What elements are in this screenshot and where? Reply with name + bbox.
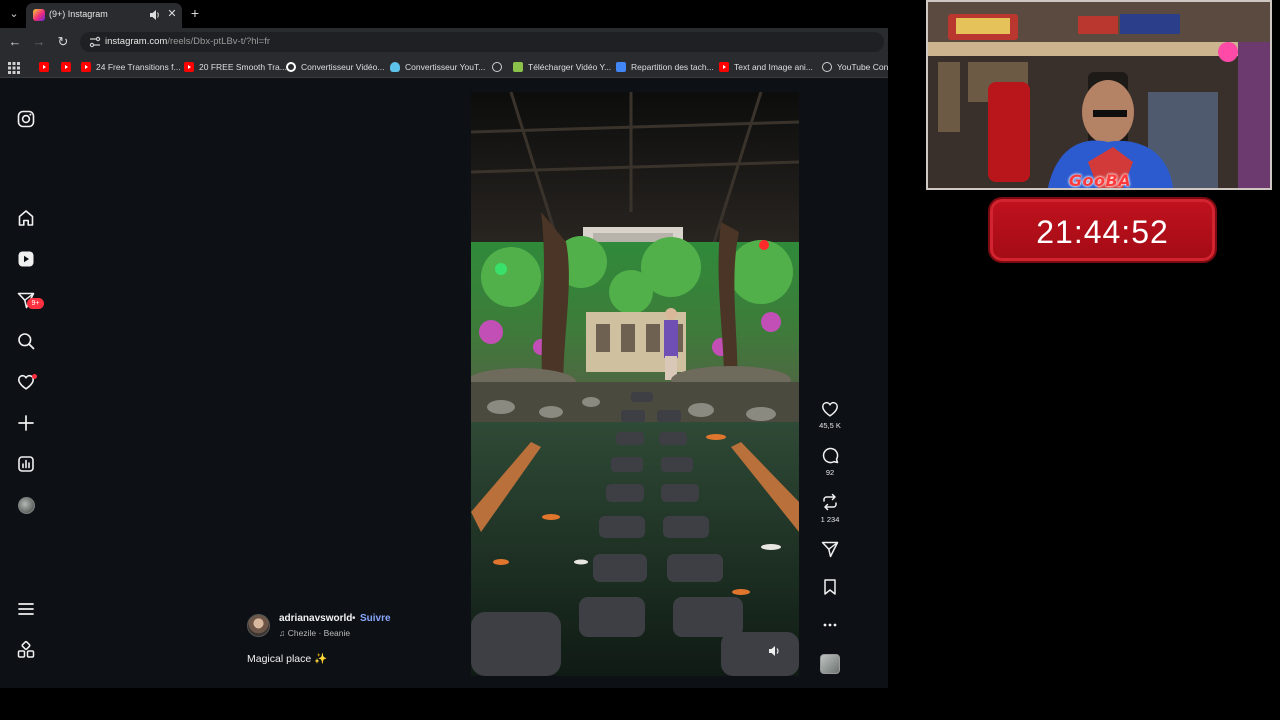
more-menu-icon[interactable]: [16, 599, 36, 619]
bookmark-item[interactable]: Convertisseur Vidéo...: [286, 59, 384, 75]
bookmark-item[interactable]: Text and Image ani...: [719, 59, 813, 75]
likes-count: 45,5 K: [819, 421, 841, 430]
create-plus-icon[interactable]: [16, 413, 36, 433]
bookmark-label: 20 FREE Smooth Tra...: [199, 62, 287, 72]
youtube-icon: [184, 62, 194, 72]
also-from-meta-icon[interactable]: [16, 640, 36, 660]
url-text: instagram.com/reels/Dbx-ptLBv-t/?hl=fr: [105, 36, 270, 47]
cloud-icon: [390, 62, 400, 72]
profile-avatar[interactable]: [18, 497, 35, 514]
audio-track[interactable]: ♫ Chezile · Beanie: [279, 628, 350, 638]
repost-icon[interactable]: [820, 492, 840, 512]
reposts-count: 1 234: [820, 515, 840, 524]
youtube-icon: [39, 62, 49, 72]
webcam-image: [928, 2, 1270, 188]
bookmark-item[interactable]: Repartition des tach...: [616, 59, 714, 75]
like-heart-icon[interactable]: [820, 399, 840, 419]
close-tab-icon[interactable]: ✕: [166, 7, 178, 21]
youtube-icon: [61, 62, 71, 72]
music-note-icon: ♫: [279, 628, 288, 638]
address-bar[interactable]: instagram.com/reels/Dbx-ptLBv-t/?hl=fr: [80, 32, 884, 52]
screen: ⌄ (9+) Instagram ✕ + ← → ↻ instagram.com…: [0, 0, 1280, 720]
forward-button[interactable]: →: [31, 34, 47, 50]
instagram-favicon-icon: [33, 9, 45, 21]
site-settings-icon[interactable]: [88, 35, 102, 49]
tab-search-chevron-icon[interactable]: ⌄: [6, 6, 22, 22]
author-avatar[interactable]: [247, 614, 270, 637]
google-icon: [286, 62, 296, 72]
bookmark-item[interactable]: [61, 59, 76, 75]
bookmark-item[interactable]: Convertisseur YouT...: [390, 59, 485, 75]
instagram-sidebar: 9+: [0, 79, 52, 688]
speaker-icon[interactable]: [149, 8, 161, 22]
more-options-icon[interactable]: [820, 615, 840, 635]
apps-grid-icon[interactable]: [8, 61, 20, 74]
bookmark-label: Text and Image ani...: [734, 62, 813, 72]
comments-count: 92: [825, 468, 835, 477]
bookmark-item[interactable]: 24 Free Transitions f...: [81, 59, 181, 75]
author-username[interactable]: adrianavsworld: [279, 613, 352, 624]
audio-track-label: Chezile · Beanie: [287, 628, 351, 638]
share-send-icon[interactable]: [820, 539, 840, 559]
new-tab-button[interactable]: +: [188, 5, 202, 21]
tab-instagram[interactable]: (9+) Instagram ✕: [26, 3, 182, 28]
bookmark-label: Convertisseur Vidéo...: [301, 62, 385, 72]
bookmark-item[interactable]: [492, 59, 507, 75]
webcam-name-label: GooBA: [1068, 171, 1132, 190]
save-bookmark-icon[interactable]: [820, 577, 840, 597]
messages-badge: 9+: [27, 298, 44, 309]
tab-strip: ⌄ (9+) Instagram ✕ +: [0, 0, 888, 28]
bookmark-label: Télécharger Vidéo Y...: [528, 62, 612, 72]
webcam-feed: [926, 0, 1272, 190]
download-icon: [513, 62, 523, 72]
stream-clock: 21:44:52: [988, 197, 1217, 263]
notification-dot: [32, 374, 37, 379]
youtube-icon: [81, 62, 91, 72]
speaker-icon[interactable]: [767, 643, 783, 659]
follow-button[interactable]: Suivre: [360, 613, 391, 624]
instagram-page: 9+ adrianavsworld • Suivre ♫ Chezile · B…: [0, 79, 888, 688]
tab-title: (9+) Instagram: [49, 9, 108, 19]
separator-dot: •: [352, 613, 356, 624]
reload-button[interactable]: ↻: [55, 34, 71, 50]
bookmark-item[interactable]: [39, 59, 54, 75]
globe-icon: [492, 62, 502, 72]
bookmark-label: Convertisseur YouT...: [405, 62, 486, 72]
dashboard-icon[interactable]: [16, 454, 36, 474]
clock-time: 21:44:52: [1036, 214, 1169, 250]
reel-caption: Magical place ✨: [247, 653, 328, 665]
search-icon[interactable]: [16, 331, 36, 351]
browser-toolbar: ← → ↻ instagram.com/reels/Dbx-ptLBv-t/?h…: [0, 28, 888, 56]
youtube-icon: [719, 62, 729, 72]
reel-video[interactable]: [471, 92, 799, 676]
reel-video-frame: [471, 92, 799, 676]
bookmark-label: YouTube Conve: [837, 62, 888, 72]
bookmark-label: Repartition des tach...: [631, 62, 714, 72]
url-host: instagram.com: [105, 36, 168, 47]
bookmark-label: 24 Free Transitions f...: [96, 62, 181, 72]
comment-icon[interactable]: [820, 445, 840, 465]
bookmark-item[interactable]: Télécharger Vidéo Y...: [513, 59, 611, 75]
bookmark-item[interactable]: 20 FREE Smooth Tra...: [184, 59, 287, 75]
url-path: /reels/Dbx-ptLBv-t/?hl=fr: [167, 36, 271, 47]
bookmarks-bar: 24 Free Transitions f... 20 FREE Smooth T…: [0, 56, 888, 78]
globe-icon: [822, 62, 832, 72]
reels-icon[interactable]: [16, 249, 36, 269]
home-icon[interactable]: [16, 208, 36, 228]
back-button[interactable]: ←: [7, 34, 23, 50]
docs-icon: [616, 62, 626, 72]
bookmark-item[interactable]: YouTube Conve: [822, 59, 888, 75]
instagram-logo-icon[interactable]: [16, 109, 36, 129]
audio-thumbnail[interactable]: [820, 654, 840, 674]
browser-window: ⌄ (9+) Instagram ✕ + ← → ↻ instagram.com…: [0, 0, 888, 688]
